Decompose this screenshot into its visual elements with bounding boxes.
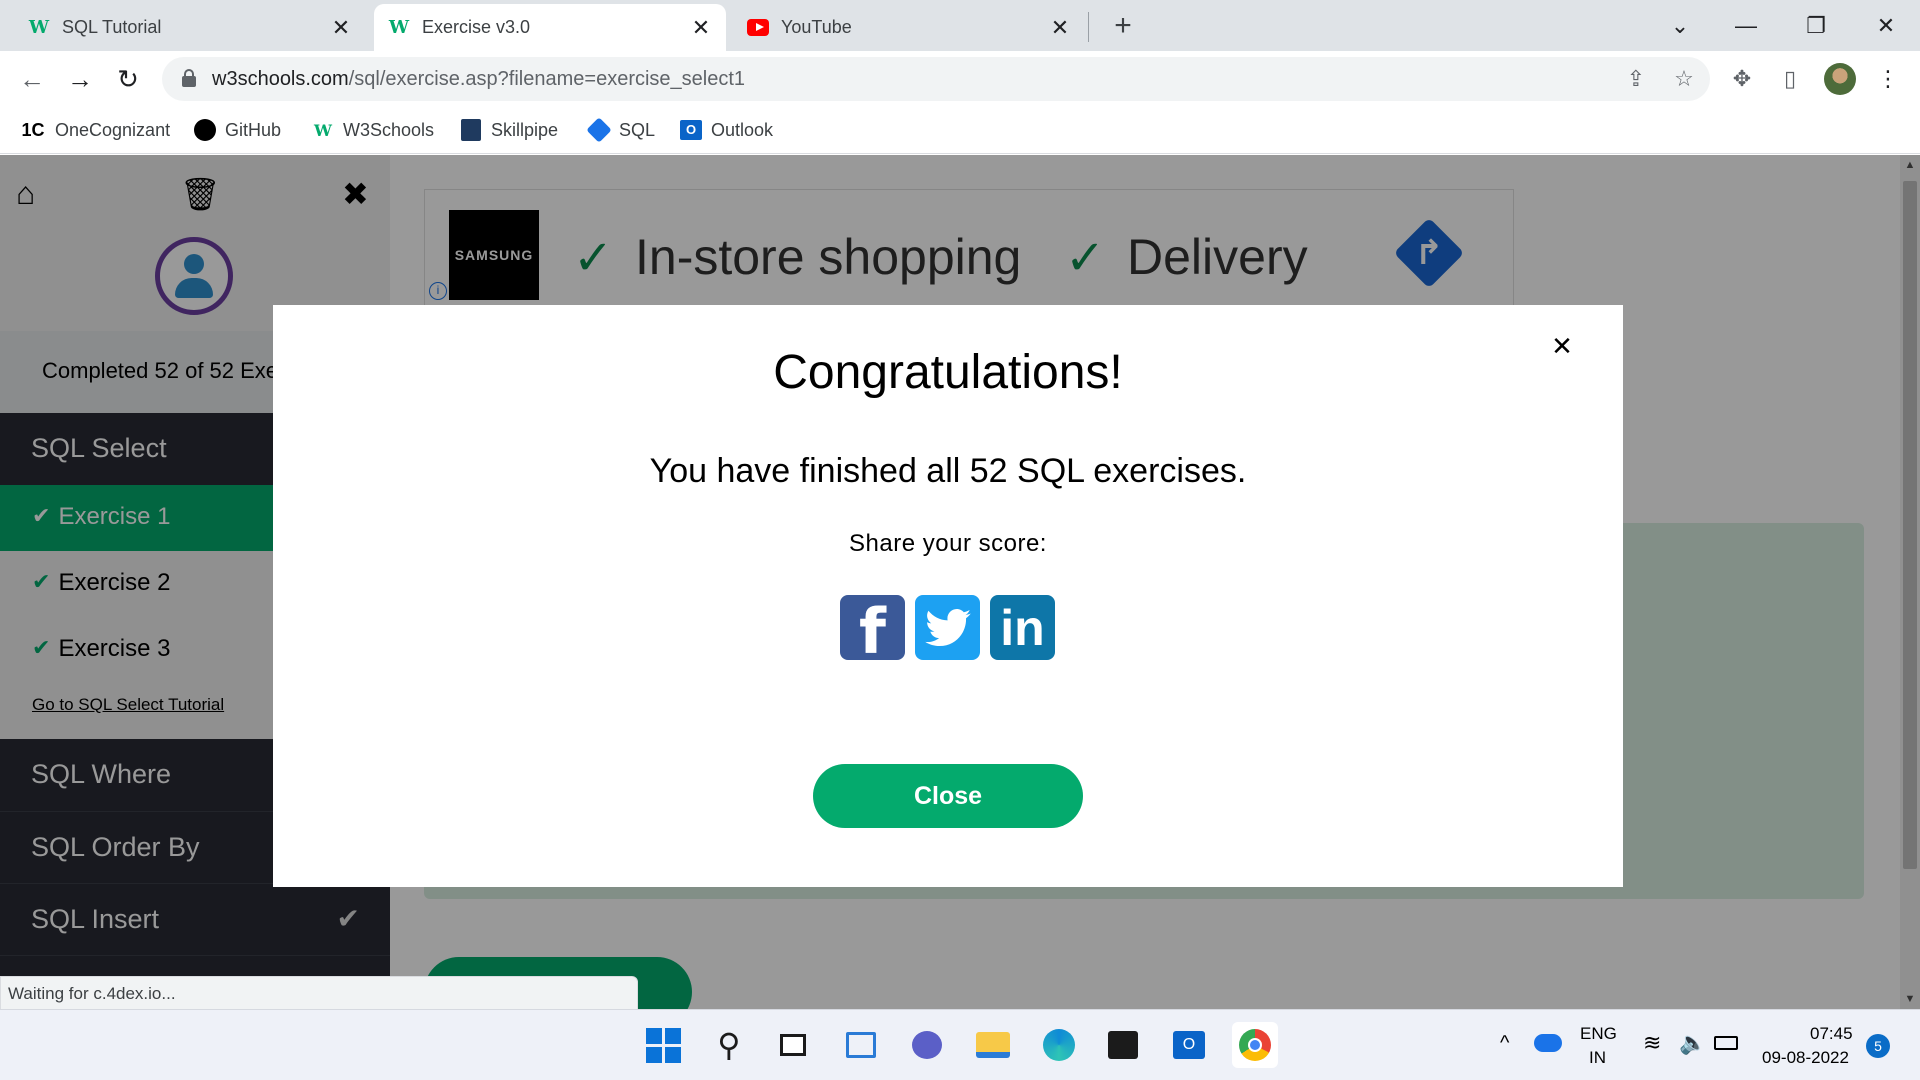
side-panel-icon[interactable]: ▯ bbox=[1772, 61, 1808, 97]
w3schools-icon: W bbox=[28, 17, 50, 38]
tab-youtube[interactable]: YouTube ✕ bbox=[733, 4, 1085, 51]
file-explorer-icon[interactable] bbox=[970, 1022, 1016, 1068]
onecognizant-icon: 1C bbox=[21, 119, 45, 140]
back-button[interactable]: ← bbox=[14, 61, 50, 97]
browser-toolbar: ← → ↻ w3schools.com/sql/exercise.asp?fil… bbox=[0, 51, 1920, 107]
bookmark-sql[interactable]: SQL bbox=[586, 117, 656, 143]
tab-strip: W SQL Tutorial ✕ W Exercise v3.0 ✕ YouTu… bbox=[0, 0, 1920, 51]
forward-button[interactable]: → bbox=[62, 61, 98, 97]
w3schools-icon: W bbox=[314, 120, 332, 140]
tab-label: YouTube bbox=[781, 17, 852, 37]
language-indicator-top[interactable]: ENG bbox=[1580, 1024, 1617, 1044]
tab-label: SQL Tutorial bbox=[62, 17, 162, 37]
clock-date[interactable]: 09-08-2022 bbox=[1762, 1048, 1849, 1068]
volume-icon[interactable]: 🔈 bbox=[1679, 1030, 1706, 1056]
menu-kebab-icon[interactable]: ⋮ bbox=[1870, 61, 1906, 97]
outlook-app-icon[interactable]: O bbox=[1166, 1022, 1212, 1068]
bookmark-label: OneCognizant bbox=[55, 119, 171, 140]
bookmark-label: SQL bbox=[619, 119, 656, 140]
tab-label: Exercise v3.0 bbox=[422, 17, 531, 37]
facebook-share-button[interactable]: f bbox=[840, 595, 905, 668]
url-text[interactable]: w3schools.com/sql/exercise.asp?filename=… bbox=[212, 68, 745, 91]
bookmark-label: Skillpipe bbox=[491, 119, 559, 140]
bookmark-label: Outlook bbox=[711, 119, 774, 140]
teams-chat-icon[interactable] bbox=[904, 1022, 950, 1068]
restore-button[interactable]: ❐ bbox=[1796, 6, 1836, 46]
tab-search-chevron-icon[interactable]: ⌄ bbox=[1660, 6, 1700, 46]
twitter-share-button[interactable] bbox=[915, 595, 980, 660]
youtube-icon bbox=[747, 17, 769, 39]
share-label: Share your score: bbox=[849, 530, 1047, 557]
w3schools-icon: W bbox=[388, 17, 410, 38]
tray-overflow-chevron-icon[interactable]: ^ bbox=[1500, 1032, 1509, 1055]
linkedin-share-button[interactable]: in bbox=[990, 595, 1055, 660]
bookmarks-bar: 1C OneCognizant GitHub W W3Schools Skill… bbox=[0, 107, 1920, 154]
onedrive-icon[interactable] bbox=[1534, 1034, 1562, 1052]
close-tab-icon[interactable]: ✕ bbox=[690, 15, 712, 41]
start-button[interactable] bbox=[640, 1022, 686, 1068]
extensions-icon[interactable]: ✥ bbox=[1724, 61, 1760, 97]
bookmark-star-icon[interactable]: ☆ bbox=[1670, 65, 1698, 93]
share-icon[interactable]: ⇪ bbox=[1622, 65, 1650, 93]
new-tab-button[interactable]: + bbox=[1105, 8, 1141, 44]
minimize-button[interactable]: — bbox=[1726, 6, 1766, 46]
close-tab-icon[interactable]: ✕ bbox=[1049, 15, 1071, 41]
congratulations-dialog: ✕ Congratulations! You have finished all… bbox=[273, 305, 1623, 887]
address-bar[interactable]: w3schools.com/sql/exercise.asp?filename=… bbox=[162, 57, 1710, 101]
bookmark-outlook[interactable]: O Outlook bbox=[680, 117, 773, 143]
reload-button[interactable]: ↻ bbox=[110, 61, 146, 97]
task-view-icon[interactable] bbox=[770, 1022, 816, 1068]
twitter-icon bbox=[925, 609, 971, 647]
skillpipe-icon bbox=[460, 119, 482, 141]
lock-icon[interactable] bbox=[182, 69, 196, 87]
bookmark-onecognizant[interactable]: 1C OneCognizant bbox=[20, 117, 170, 143]
widgets-icon[interactable] bbox=[838, 1022, 884, 1068]
bookmark-w3schools[interactable]: W W3Schools bbox=[312, 117, 434, 143]
facebook-icon: f bbox=[859, 595, 886, 668]
tab-exercise[interactable]: W Exercise v3.0 ✕ bbox=[374, 4, 726, 51]
bookmark-github[interactable]: GitHub bbox=[194, 117, 281, 143]
tab-divider bbox=[1088, 12, 1089, 42]
github-icon bbox=[194, 119, 216, 141]
windows-taskbar: ⚲ O ^ ENG IN ≋ 🔈 07:45 09-08-2022 bbox=[0, 1009, 1920, 1080]
tab-sql-tutorial[interactable]: W SQL Tutorial ✕ bbox=[14, 4, 366, 51]
clock-time[interactable]: 07:45 bbox=[1810, 1024, 1853, 1044]
bookmark-skillpipe[interactable]: Skillpipe bbox=[460, 117, 558, 143]
bookmark-label: GitHub bbox=[225, 119, 282, 140]
battery-icon[interactable] bbox=[1714, 1036, 1738, 1050]
linkedin-icon: in bbox=[1000, 600, 1045, 656]
close-tab-icon[interactable]: ✕ bbox=[330, 15, 352, 41]
browser-status-bar: Waiting for c.4dex.io... bbox=[0, 976, 638, 1010]
close-button[interactable]: Close bbox=[813, 764, 1083, 828]
window-close-button[interactable]: ✕ bbox=[1866, 6, 1906, 46]
edge-icon[interactable] bbox=[1036, 1022, 1082, 1068]
chrome-icon[interactable] bbox=[1232, 1022, 1278, 1068]
outlook-icon: O bbox=[680, 119, 702, 141]
bookmark-label: W3Schools bbox=[343, 119, 435, 140]
sql-icon bbox=[586, 117, 612, 143]
windows-icon bbox=[645, 1027, 681, 1063]
dialog-message: You have finished all 52 SQL exercises. bbox=[649, 452, 1247, 490]
dialog-title: Congratulations! bbox=[773, 346, 1123, 399]
search-icon[interactable]: ⚲ bbox=[706, 1022, 752, 1068]
profile-avatar[interactable] bbox=[1824, 63, 1856, 95]
wifi-icon[interactable]: ≋ bbox=[1643, 1030, 1661, 1056]
store-icon[interactable] bbox=[1100, 1022, 1146, 1068]
language-indicator-bottom[interactable]: IN bbox=[1589, 1048, 1606, 1068]
notification-badge[interactable]: 5 bbox=[1866, 1034, 1890, 1058]
